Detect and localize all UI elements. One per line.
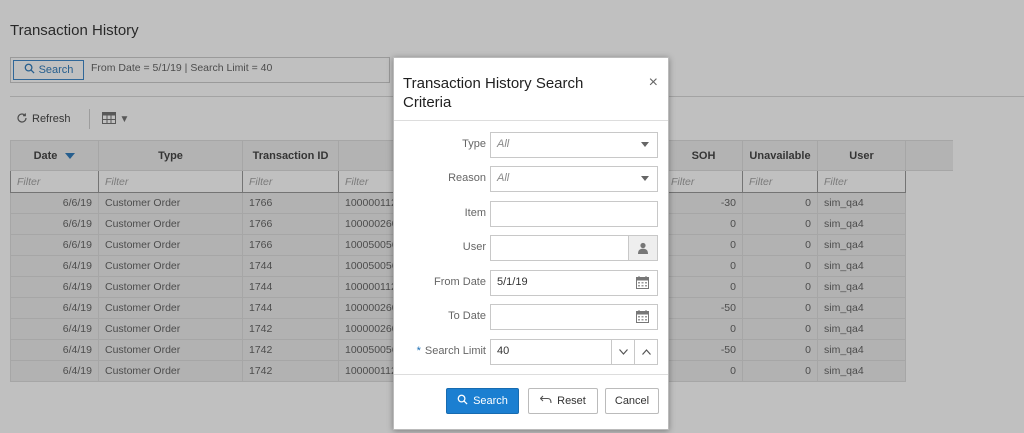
from-date-row: From Date 5/1/19 <box>394 270 668 296</box>
close-icon[interactable]: × <box>649 74 658 92</box>
user-input[interactable] <box>490 235 658 261</box>
required-marker: * <box>416 345 421 357</box>
type-label: Type <box>462 138 486 150</box>
from-date-value: 5/1/19 <box>497 276 528 288</box>
from-date-input[interactable]: 5/1/19 <box>490 270 658 296</box>
calendar-icon[interactable] <box>636 310 649 326</box>
transaction-history-page: Transaction History Search From Date = 5… <box>0 0 1024 433</box>
reason-label: Reason <box>448 172 486 184</box>
dialog-divider <box>394 120 668 121</box>
to-date-input[interactable] <box>490 304 658 330</box>
chevron-down-icon <box>641 142 649 147</box>
dialog-title: Transaction History Search Criteria <box>403 75 584 111</box>
search-limit-input[interactable]: 40 <box>490 339 658 365</box>
item-label: Item <box>464 207 486 219</box>
search-limit-row: * Search Limit 40 <box>394 339 668 365</box>
user-row: User <box>394 235 668 261</box>
user-label: User <box>462 241 486 253</box>
type-select[interactable]: All <box>490 132 658 158</box>
reset-button[interactable]: Reset <box>528 388 598 414</box>
reason-select[interactable]: All <box>490 166 658 192</box>
search-limit-value: 40 <box>497 345 510 357</box>
chevron-down-icon <box>641 176 649 181</box>
search-limit-label: * Search Limit <box>416 345 486 357</box>
reason-value: All <box>497 172 510 184</box>
type-row: Type All <box>394 132 668 158</box>
chevron-down-icon[interactable] <box>611 340 634 364</box>
item-input[interactable] <box>490 201 658 227</box>
search-limit-stepper <box>611 340 657 364</box>
search-icon <box>457 394 468 408</box>
undo-icon <box>539 395 552 407</box>
calendar-icon[interactable] <box>636 276 649 292</box>
dialog-search-label: Search <box>473 395 508 407</box>
user-icon <box>638 242 648 254</box>
to-date-label: To Date <box>448 310 486 322</box>
reset-label: Reset <box>557 395 586 407</box>
dialog-search-button[interactable]: Search <box>446 388 519 414</box>
user-lookup-button[interactable] <box>628 236 657 260</box>
dialog-footer-divider <box>394 374 668 375</box>
item-row: Item <box>394 201 668 227</box>
from-date-label: From Date <box>434 276 486 288</box>
cancel-button[interactable]: Cancel <box>605 388 659 414</box>
search-criteria-dialog: Transaction History Search Criteria × Ty… <box>393 57 669 430</box>
reason-row: Reason All <box>394 166 668 192</box>
type-value: All <box>497 138 510 150</box>
to-date-row: To Date <box>394 304 668 330</box>
chevron-up-icon[interactable] <box>634 340 657 364</box>
